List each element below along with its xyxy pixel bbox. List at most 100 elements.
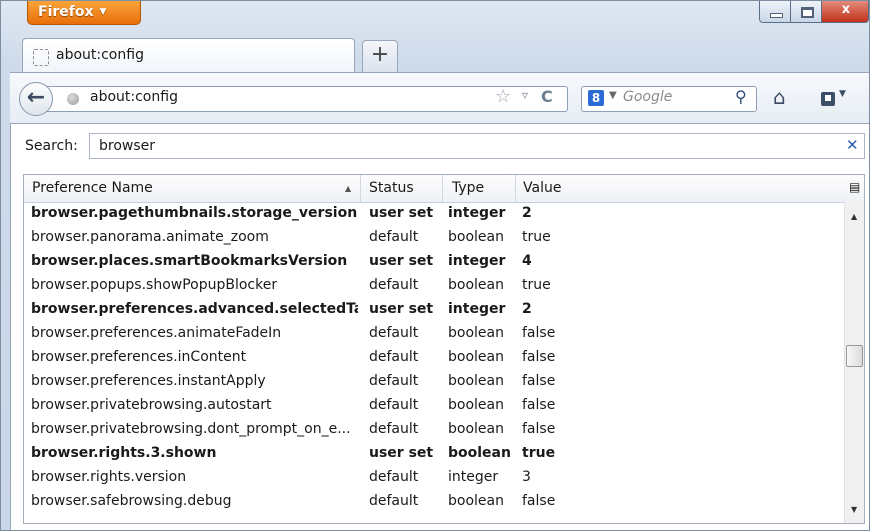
pref-type: boolean [448, 229, 504, 245]
search-input[interactable] [89, 133, 865, 159]
column-divider[interactable] [360, 175, 361, 202]
bookmark-star-icon[interactable]: ☆ [495, 86, 511, 107]
table-row[interactable]: browser.preferences.animateFadeIn default… [24, 323, 840, 347]
pref-status: default [369, 421, 419, 437]
pref-name: browser.pagethumbnails.storage_version [31, 205, 358, 221]
minimize-button[interactable] [759, 1, 791, 23]
pref-status: default [369, 349, 419, 365]
bookmarks-dropdown-icon[interactable]: ▼ [839, 89, 846, 99]
table-row[interactable]: browser.privatebrowsing.autostart default… [24, 395, 840, 419]
pref-name: browser.preferences.instantApply [31, 373, 266, 389]
pref-type: boolean [448, 397, 504, 413]
table-row[interactable]: browser.privatebrowsing.dont_prompt_on_e… [24, 419, 840, 443]
pref-value: false [522, 325, 556, 341]
table-header: Preference Name ▲ Status Type Value ▤ [24, 175, 864, 203]
column-header-status[interactable]: Status [369, 180, 414, 196]
google-icon[interactable]: 8 [588, 90, 604, 106]
reload-icon[interactable]: C [541, 87, 553, 106]
pref-value: true [522, 277, 551, 293]
table-row[interactable]: browser.rights.3.shown user set boolean tru… [24, 443, 840, 467]
pref-type: boolean [448, 493, 504, 509]
clear-search-icon[interactable]: ✕ [846, 136, 859, 154]
column-header-type[interactable]: Type [452, 180, 484, 196]
column-divider[interactable] [442, 175, 443, 202]
pref-type: integer [448, 301, 506, 317]
column-divider[interactable] [515, 175, 516, 202]
scroll-down-icon[interactable]: ▼ [851, 505, 857, 514]
tab-title: about:config [56, 47, 144, 63]
pref-name: browser.safebrowsing.debug [31, 493, 232, 509]
pref-type: integer [448, 253, 506, 269]
pref-name: browser.preferences.inContent [31, 349, 247, 365]
pref-status: default [369, 469, 419, 485]
pref-type: integer [448, 205, 506, 221]
pref-status: default [369, 325, 419, 341]
column-header-name[interactable]: Preference Name [32, 180, 153, 196]
pref-name: browser.rights.version [31, 469, 187, 485]
blank-page-icon [33, 49, 49, 66]
pref-value: true [522, 445, 556, 461]
pref-value: true [522, 229, 551, 245]
vertical-scrollbar[interactable]: ▲ ▼ [844, 202, 864, 523]
pref-value: false [522, 421, 556, 437]
pref-type: boolean [448, 373, 504, 389]
pref-type: boolean [448, 445, 511, 461]
pref-status: user set [369, 253, 434, 269]
table-row[interactable]: browser.places.smartBookmarksVersion user… [24, 251, 840, 275]
bookmarks-icon[interactable] [821, 92, 835, 106]
history-dropdown-icon[interactable]: ▿ [522, 88, 528, 102]
table-row[interactable]: browser.preferences.advanced.selectedTa.… [24, 299, 840, 323]
browser-window: Firefox ▼ x about:config + ← about:config… [0, 0, 870, 531]
search-input-value: browser [99, 138, 156, 154]
search-engine-dropdown-icon[interactable]: ▼ [609, 90, 617, 101]
pref-value: false [522, 397, 556, 413]
url-text: about:config [90, 89, 178, 105]
table-row[interactable]: browser.preferences.instantApply default b… [24, 371, 840, 395]
pref-name: browser.panorama.animate_zoom [31, 229, 269, 245]
sort-ascending-icon: ▲ [345, 184, 352, 193]
pref-value: 2 [522, 301, 532, 317]
close-window-button[interactable]: x [821, 1, 869, 23]
pref-status: default [369, 397, 419, 413]
table-body: browser.pagethumbnails.storage_versionus… [24, 203, 840, 515]
pref-name: browser.popups.showPopupBlocker [31, 277, 278, 293]
pref-status: default [369, 229, 419, 245]
pref-type: boolean [448, 349, 504, 365]
chevron-down-icon: ▼ [99, 7, 107, 17]
table-row[interactable]: browser.popups.showPopupBlocker default bo… [24, 275, 840, 299]
column-picker-icon[interactable]: ▤ [849, 180, 860, 194]
table-row[interactable]: browser.pagethumbnails.storage_version us… [24, 203, 840, 227]
pref-name: browser.privatebrowsing.dont_prompt_on_e… [31, 421, 351, 437]
globe-icon [67, 93, 79, 105]
scrollbar-thumb[interactable] [846, 345, 863, 367]
table-row[interactable]: browser.preferences.inContent default bool… [24, 347, 840, 371]
pref-status: user set [369, 301, 434, 317]
firefox-menu-label: Firefox [38, 4, 94, 20]
home-icon[interactable]: ⌂ [773, 85, 786, 109]
preferences-table: Preference Name ▲ Status Type Value ▤ br… [23, 174, 865, 524]
firefox-menu-button[interactable]: Firefox ▼ [27, 1, 141, 25]
table-row[interactable]: browser.panorama.animate_zoom default bool… [24, 227, 840, 251]
maximize-button[interactable] [790, 1, 822, 23]
back-button[interactable]: ← [19, 82, 53, 116]
table-row[interactable]: browser.rights.version default integer 3 [24, 467, 840, 491]
pref-status: user set [369, 445, 434, 461]
pref-value: false [522, 493, 556, 509]
pref-type: boolean [448, 277, 504, 293]
table-row[interactable]: browser.safebrowsing.debug default boolean… [24, 491, 840, 515]
pref-status: default [369, 373, 419, 389]
pref-status: user set [369, 205, 434, 221]
new-tab-button[interactable]: + [362, 40, 398, 72]
pref-name: browser.places.smartBookmarksVersion [31, 253, 348, 269]
tab-about-config[interactable]: about:config [22, 38, 355, 72]
close-icon: x [841, 2, 851, 17]
pref-status: default [369, 493, 419, 509]
column-header-value[interactable]: Value [523, 180, 561, 196]
pref-name: browser.preferences.animateFadeIn [31, 325, 282, 341]
search-icon[interactable]: ⚲ [735, 87, 747, 106]
pref-type: boolean [448, 421, 504, 437]
search-label: Search: [25, 138, 78, 154]
scroll-up-icon[interactable]: ▲ [851, 212, 857, 221]
pref-value: 4 [522, 253, 532, 269]
pref-type: boolean [448, 325, 504, 341]
